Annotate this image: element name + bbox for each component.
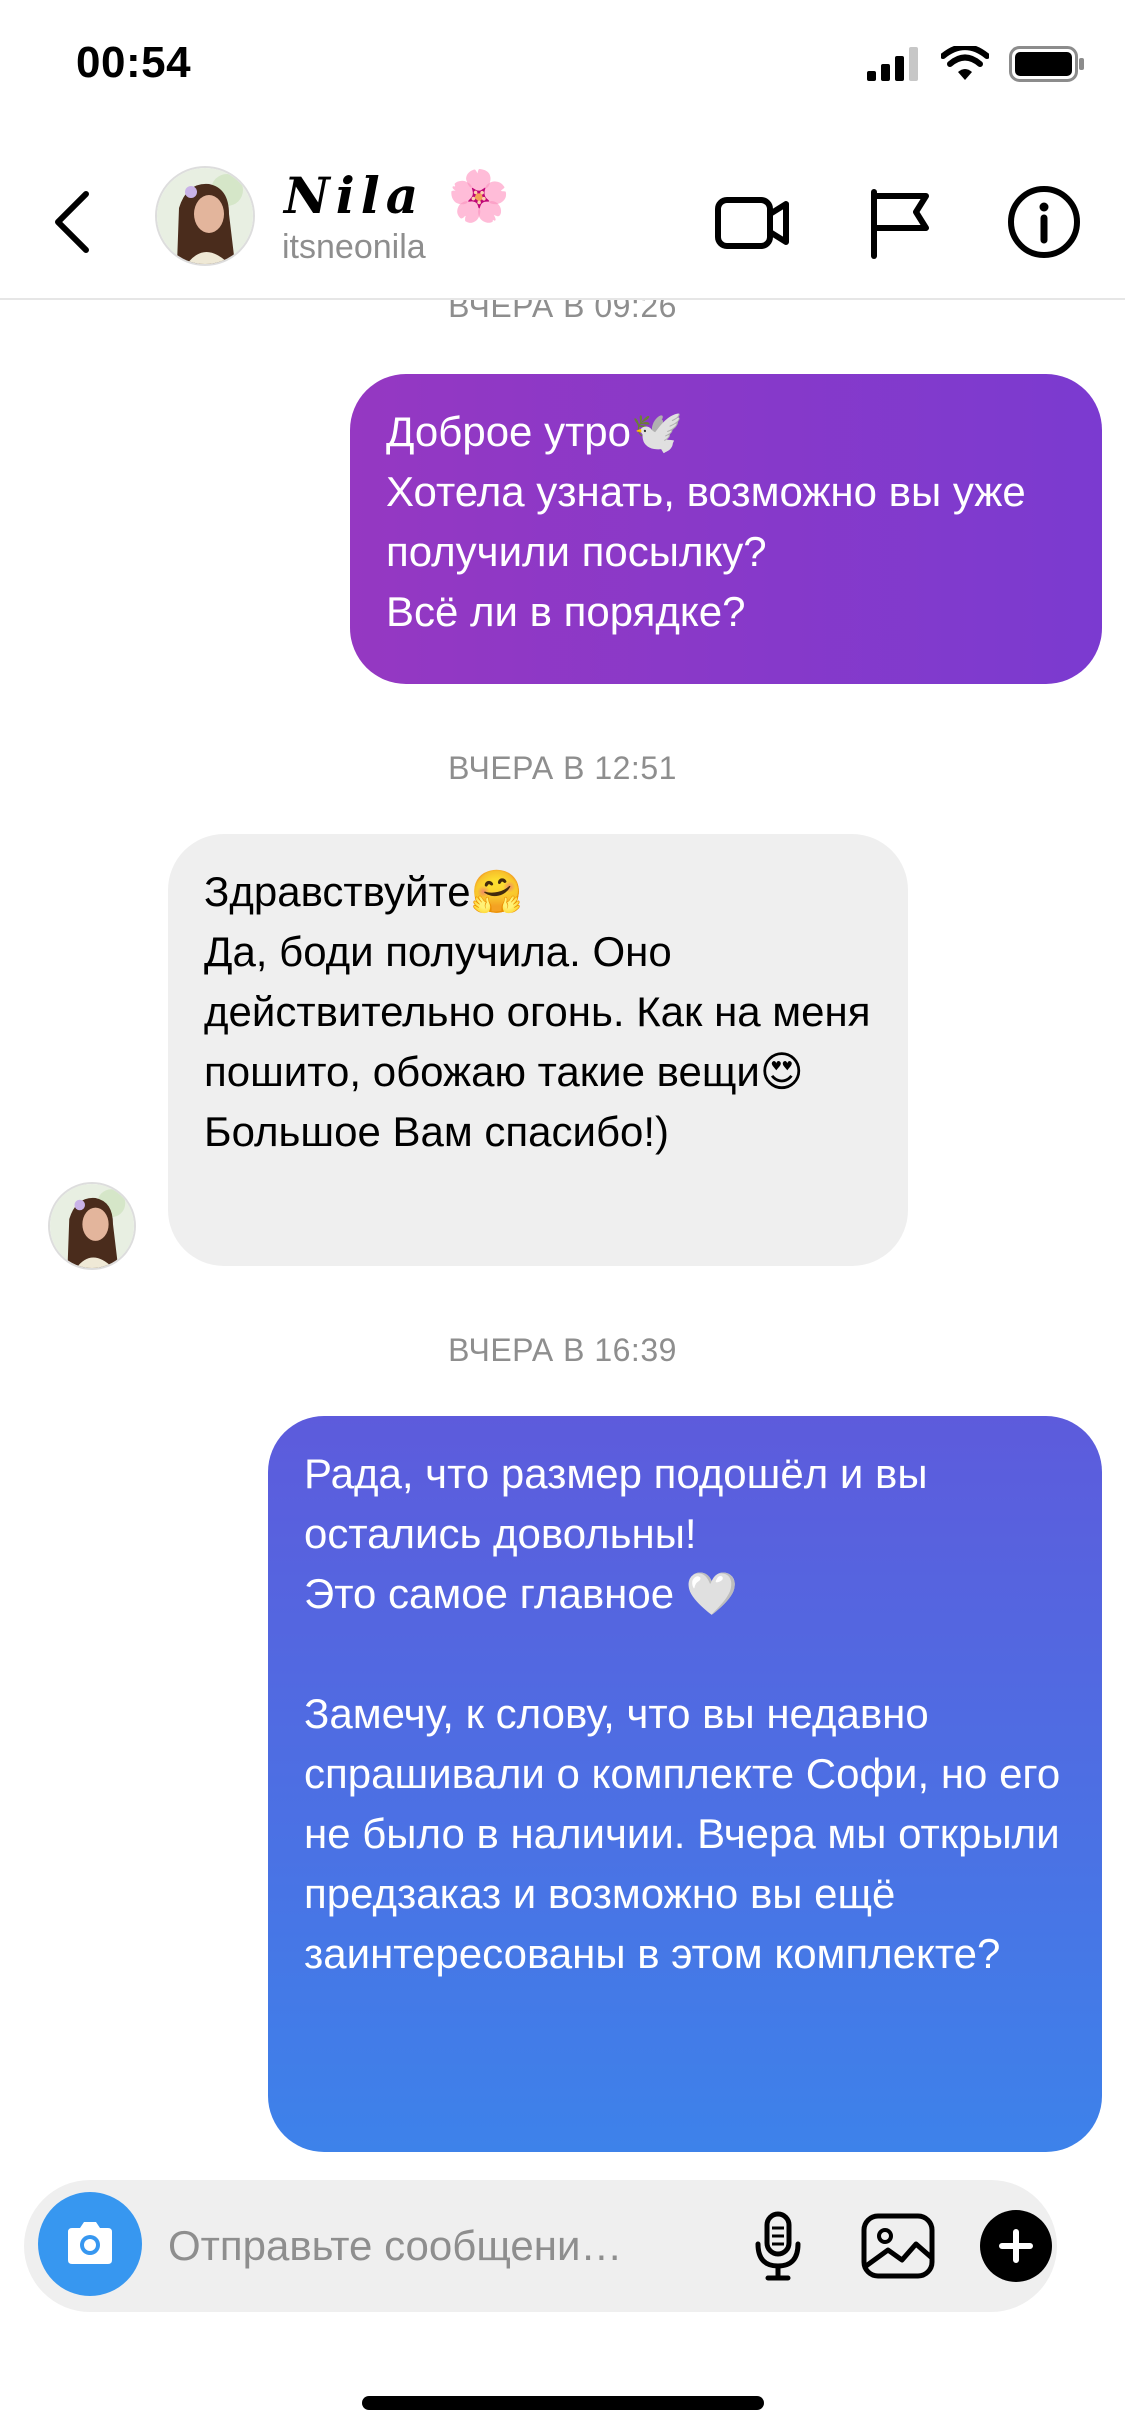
status-icons xyxy=(867,46,1085,82)
contact-avatar[interactable] xyxy=(155,166,255,266)
timestamp: ВЧЕРА В 12:51 xyxy=(448,750,677,786)
timestamp: ВЧЕРА В 16:39 xyxy=(448,1332,677,1368)
report-button[interactable] xyxy=(860,180,944,264)
back-button[interactable] xyxy=(44,182,104,262)
plus-icon xyxy=(980,2210,1052,2282)
camera-button[interactable] xyxy=(38,2192,142,2296)
cellular-signal-icon xyxy=(867,47,918,81)
outgoing-message[interactable]: Доброе утро🕊️ Хотела узнать, возможно вы… xyxy=(350,374,1102,684)
flower-emoji: 🌸 xyxy=(447,166,510,225)
battery-icon xyxy=(1009,46,1084,82)
home-indicator[interactable] xyxy=(362,2396,764,2410)
chat-header: Nila 🌸 itsneonila xyxy=(0,140,1125,300)
status-bar: 00:54 xyxy=(0,0,1125,140)
microphone-icon xyxy=(755,2211,801,2281)
back-icon xyxy=(55,191,89,253)
voice-message-button[interactable] xyxy=(738,2206,818,2286)
sender-avatar[interactable] xyxy=(48,1182,136,1270)
gallery-icon xyxy=(861,2213,935,2279)
message-thread[interactable]: ВЧЕРА В 09:26 Доброе утро🕊️ Хотела узнат… xyxy=(0,298,1125,2160)
video-call-button[interactable] xyxy=(710,180,794,264)
flag-icon xyxy=(871,189,929,259)
info-icon xyxy=(1008,186,1080,258)
contact-name[interactable]: Nila 🌸 xyxy=(284,166,510,226)
status-time: 00:54 xyxy=(76,38,192,87)
avatar-image xyxy=(50,1184,134,1268)
more-options-button[interactable] xyxy=(976,2206,1056,2286)
incoming-message[interactable]: Здравствуйте🤗 Да, боди получила. Оно дей… xyxy=(168,834,908,1266)
contact-name-text: Nila xyxy=(284,166,425,225)
wifi-icon xyxy=(941,46,989,80)
contact-handle[interactable]: itsneonila xyxy=(282,228,426,267)
avatar-image xyxy=(157,168,253,264)
info-button[interactable] xyxy=(1002,180,1086,264)
message-input[interactable] xyxy=(168,2216,728,2276)
message-composer xyxy=(24,2180,1057,2312)
timestamp: ВЧЕРА В 09:26 xyxy=(448,298,677,324)
gallery-button[interactable] xyxy=(858,2206,938,2286)
outgoing-message[interactable]: Рада, что размер подошёл и вы остались д… xyxy=(268,1416,1102,2152)
camera-icon xyxy=(68,2222,112,2264)
video-call-icon xyxy=(715,197,789,249)
